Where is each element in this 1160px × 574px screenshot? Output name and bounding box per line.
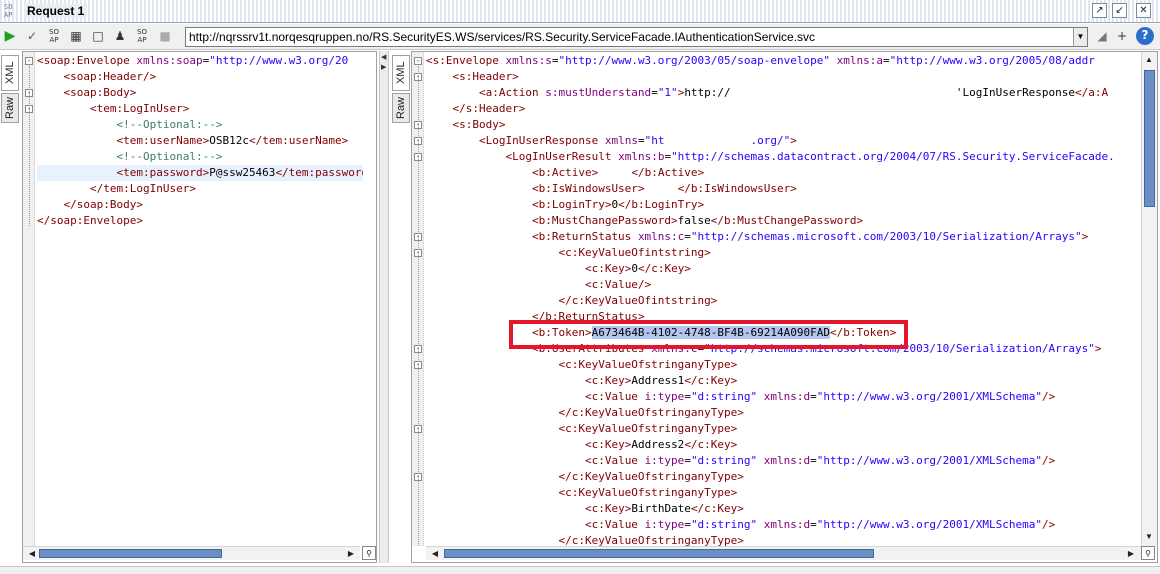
request-toolbar: ▶ ✓ SOAP ▦ □ ♟ SOAP ■ ▼ ◢ + ?	[0, 24, 1160, 50]
response-code-line[interactable]: </c:KeyValueOfstringanyType>	[426, 533, 1138, 547]
request-hscrollbar[interactable]: ◀ ▶	[23, 546, 360, 560]
response-code-line[interactable]: <c:KeyValueOfintstring>	[426, 245, 1138, 261]
scroll-left-icon[interactable]: ◀	[428, 547, 442, 561]
response-code-line[interactable]: </c:KeyValueOfstringanyType>	[426, 405, 1138, 421]
scroll-right-icon[interactable]: ▶	[344, 547, 358, 561]
tab-xml-response[interactable]: XML	[392, 55, 410, 91]
response-code-line[interactable]: <c:KeyValueOfstringanyType>	[426, 485, 1138, 501]
user-icon[interactable]: ♟	[112, 28, 128, 44]
soap-logo-icon: SO AP	[4, 3, 13, 19]
add-icon[interactable]: +	[1114, 28, 1130, 44]
response-code-line[interactable]: <b:LoginTry>0</b:LoginTry>	[426, 197, 1138, 213]
response-code-line[interactable]: <c:Value/>	[426, 277, 1138, 293]
response-code-line[interactable]: <b:ReturnStatus xmlns:c="http://schemas.…	[426, 229, 1138, 245]
response-vscrollbar[interactable]: ▲ ▼	[1141, 52, 1157, 546]
response-xml[interactable]: <s:Envelope xmlns:s="http://www.w3.org/2…	[426, 53, 1138, 547]
response-code-line[interactable]: <s:Header>	[426, 69, 1138, 85]
tab-raw-response[interactable]: Raw	[392, 93, 410, 123]
request-code-line[interactable]: <tem:password>P@ssw25463</tem:password	[37, 165, 363, 181]
response-code-line[interactable]: <b:Active> </b:Active>	[426, 165, 1138, 181]
response-code-line[interactable]: <c:Value i:type="d:string" xmlns:d="http…	[426, 517, 1138, 533]
response-code-line[interactable]: <c:Key>Address2</c:Key>	[426, 437, 1138, 453]
request-code-line[interactable]: <!--Optional:-->	[37, 149, 363, 165]
response-code-line[interactable]: <c:KeyValueOfstringanyType>	[426, 421, 1138, 437]
response-code-line[interactable]: <s:Envelope xmlns:s="http://www.w3.org/2…	[426, 53, 1138, 69]
response-vscroll-thumb[interactable]	[1144, 70, 1155, 207]
request-code-line[interactable]: <tem:LogInUser>	[37, 101, 363, 117]
soap-icon[interactable]: SO AP	[46, 28, 62, 44]
detach-icon[interactable]: ↗	[1092, 3, 1107, 18]
filter-icon[interactable]: ◢	[1094, 28, 1110, 44]
request-code-line[interactable]: <soap:Envelope xmlns:soap="http://www.w3…	[37, 53, 363, 69]
request-code-line[interactable]: <tem:userName>OSB12c</tem:userName>	[37, 133, 363, 149]
close-icon[interactable]: ✕	[1136, 3, 1151, 18]
request-code-line[interactable]: </tem:LogInUser>	[37, 181, 363, 197]
grid-icon[interactable]: ▦	[68, 28, 84, 44]
request-hscroll-thumb[interactable]	[39, 549, 222, 558]
scroll-right-icon[interactable]: ▶	[1124, 547, 1138, 561]
soap-icon-2[interactable]: SO AP	[134, 28, 150, 44]
request-code-line[interactable]: <soap:Header/>	[37, 69, 363, 85]
response-code-line[interactable]: <a:Action s:mustUnderstand="1">http:// '…	[426, 85, 1138, 101]
scroll-left-icon[interactable]: ◀	[25, 547, 39, 561]
request-xml[interactable]: <soap:Envelope xmlns:soap="http://www.w3…	[37, 53, 363, 547]
panel-divider[interactable]: ◀ ▶	[379, 51, 389, 563]
submit-check-icon[interactable]: ✓	[24, 28, 40, 44]
request-editor[interactable]: - - - <soap:Envelope xmlns:soap="http://…	[22, 51, 377, 563]
gray-square-icon: ■	[159, 29, 171, 43]
response-code-line[interactable]: </c:KeyValueOfintstring>	[426, 293, 1138, 309]
response-hscroll-thumb[interactable]	[444, 549, 874, 558]
fold-toggle-icon[interactable]: -	[25, 57, 33, 65]
fold-gutter: - - - - - - - - - - -	[412, 52, 424, 546]
response-code-line[interactable]: <c:Key>BirthDate</c:Key>	[426, 501, 1138, 517]
response-code-line[interactable]: <b:IsWindowsUser> </b:IsWindowsUser>	[426, 181, 1138, 197]
response-code-line[interactable]: <c:Value i:type="d:string" xmlns:d="http…	[426, 389, 1138, 405]
status-strip	[0, 566, 1160, 574]
response-code-line[interactable]: <LogInUserResponse xmlns="ht .org/">	[426, 133, 1138, 149]
endpoint-url-combo[interactable]: ▼	[185, 27, 1088, 47]
title-bar: SO AP Request 1 ↗ ↙ ✕	[0, 0, 1160, 23]
response-code-line[interactable]: </s:Header>	[426, 101, 1138, 117]
zoom-icon[interactable]: ⚲	[362, 546, 376, 560]
help-icon[interactable]: ?	[1136, 27, 1154, 45]
window-title: Request 1	[24, 4, 88, 18]
request-code-line[interactable]: <soap:Body>	[37, 85, 363, 101]
response-code-line[interactable]: <c:Value i:type="d:string" xmlns:d="http…	[426, 453, 1138, 469]
response-viewer[interactable]: - - - - - - - - - - - <s:Envelope xmlns:…	[411, 51, 1158, 563]
tab-raw-request[interactable]: Raw	[1, 93, 19, 123]
zoom-icon[interactable]: ⚲	[1141, 546, 1155, 560]
fold-toggle-icon[interactable]: -	[414, 57, 422, 65]
response-hscrollbar[interactable]: ◀ ▶	[426, 546, 1141, 560]
response-code-line[interactable]: <LogInUserResult xmlns:b="http://schemas…	[426, 149, 1138, 165]
scroll-up-icon[interactable]: ▲	[1142, 53, 1156, 67]
request-code-line[interactable]: </soap:Body>	[37, 197, 363, 213]
play-icon[interactable]: ▶	[2, 28, 18, 44]
request-code-line[interactable]: </soap:Envelope>	[37, 213, 363, 229]
fold-gutter: - - -	[23, 52, 35, 546]
response-code-line[interactable]: </c:KeyValueOfstringanyType>	[426, 469, 1138, 485]
token-annotation-box	[509, 320, 908, 349]
endpoint-url-input[interactable]	[186, 28, 1073, 46]
restore-icon[interactable]: ↙	[1112, 3, 1127, 18]
stop-icon[interactable]: □	[90, 28, 106, 44]
scroll-down-icon[interactable]: ▼	[1142, 530, 1156, 544]
response-code-line[interactable]: <c:Key>Address1</c:Key>	[426, 373, 1138, 389]
request-code-line[interactable]: <!--Optional:-->	[37, 117, 363, 133]
response-code-line[interactable]: <c:KeyValueOfstringanyType>	[426, 357, 1138, 373]
tab-xml-request[interactable]: XML	[1, 55, 19, 91]
chevron-down-icon[interactable]: ▼	[1073, 28, 1087, 46]
response-code-line[interactable]: <c:Key>0</c:Key>	[426, 261, 1138, 277]
response-code-line[interactable]: <b:MustChangePassword>false</b:MustChang…	[426, 213, 1138, 229]
response-code-line[interactable]: <s:Body>	[426, 117, 1138, 133]
